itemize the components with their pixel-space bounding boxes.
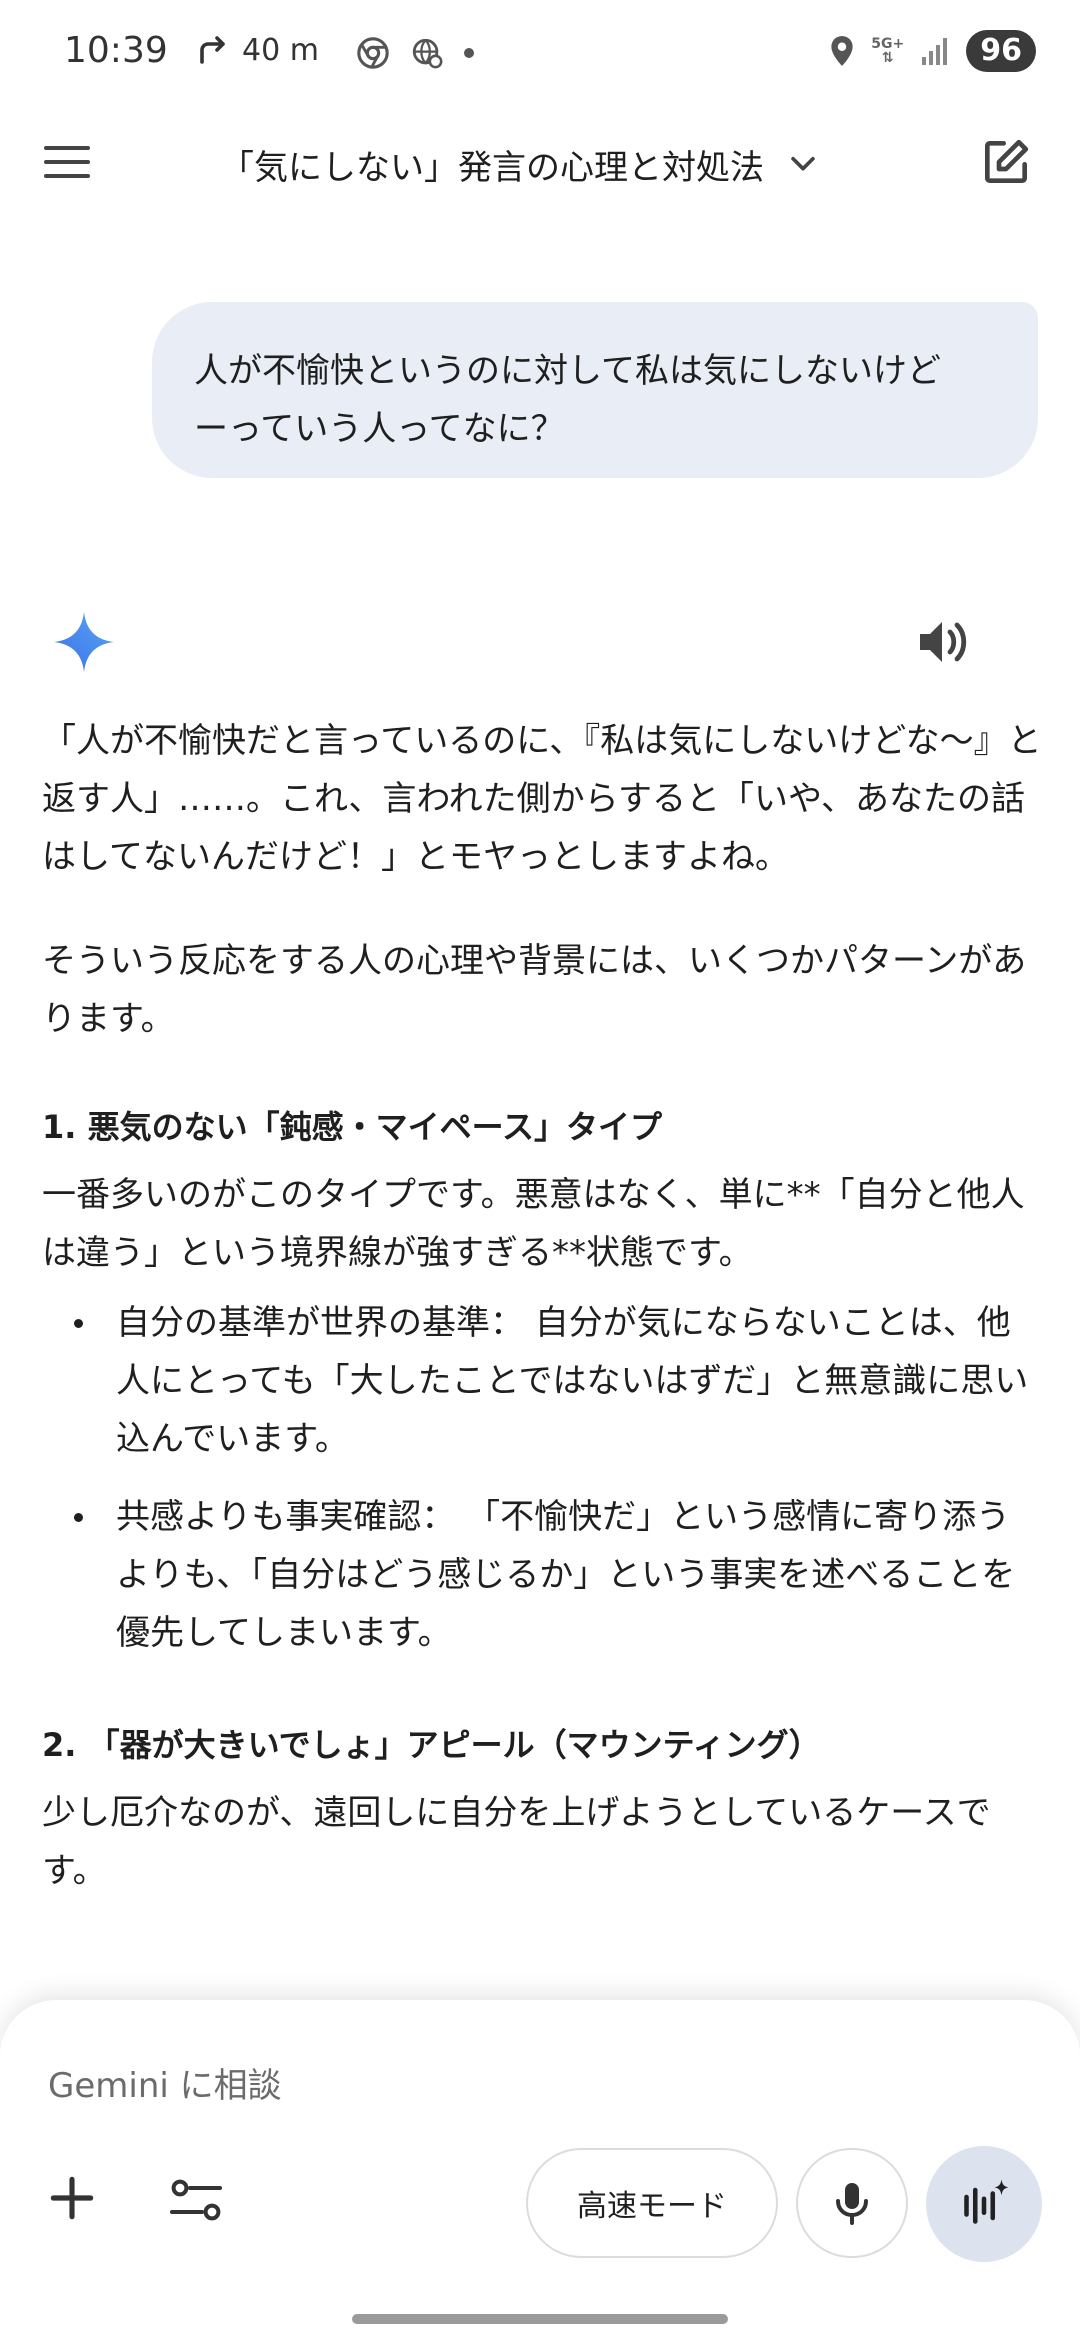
chat-title-dropdown[interactable]: 「気にしない」発言の心理と対処法: [220, 140, 820, 189]
gemini-response: 「人が不愉快だと言っているのに、『私は気にしないけどな〜』と返す人」……。これ、…: [42, 712, 1042, 1912]
status-bar: 10:39 40 m 5G+ ⇅ 96: [0, 0, 1080, 110]
add-attachment-button[interactable]: [44, 2170, 100, 2226]
hamburger-icon: [44, 146, 90, 150]
read-aloud-button[interactable]: [916, 616, 972, 668]
response-paragraph-1: 「人が不愉快だと言っているのに、『私は気にしないけどな〜』と返す人」……。これ、…: [42, 721, 1042, 877]
section-1-bullets: 自分の基準が世界の基準： 自分が気にならないことは、他人にとっても「大したことで…: [42, 1294, 1042, 1662]
microphone-icon: [836, 2183, 868, 2225]
tools-sliders-icon: [170, 2179, 222, 2221]
battery-level: 96: [966, 30, 1036, 72]
vpn-globe-icon: [412, 38, 443, 69]
notification-dot: [464, 48, 474, 58]
live-waveform-icon: [964, 2179, 1009, 2224]
gemini-sparkle-icon: [54, 612, 114, 672]
status-navigation: 40 m: [196, 32, 319, 68]
speaker-icon: [920, 622, 967, 662]
gemini-chat-screen: 10:39 40 m 5G+ ⇅ 96 「気にしない」発言の心理と対処法 人が不…: [0, 0, 1080, 2340]
nav-distance: 40 m: [242, 32, 319, 68]
tools-button[interactable]: [168, 2176, 224, 2224]
network-type: 5G+ ⇅: [871, 36, 905, 66]
location-icon: [831, 36, 853, 66]
section-text-1: 一番多いのがこのタイプです。悪意はなく、単に**「自分と他人は違う」という境界線…: [42, 1175, 1025, 1273]
status-time: 10:39: [64, 30, 168, 71]
edit-icon: [985, 139, 1029, 183]
user-message-line-2: ーっていう人ってなに？: [194, 409, 565, 449]
section-heading-1: 1. 悪気のない「鈍感・マイペース」タイプ: [42, 1108, 662, 1146]
mode-selector-button[interactable]: 高速モード: [526, 2148, 778, 2258]
app-header: 「気にしない」発言の心理と対処法: [0, 120, 1080, 210]
bullet-item: 共感よりも事実確認： 「不愉快だ」という感情に寄り添うよりも、「自分はどう感じる…: [74, 1488, 1042, 1662]
response-paragraph-2: そういう反応をする人の心理や背景には、いくつかパターンがあります。: [42, 941, 1027, 1039]
section-heading-2: 2. 「器が大きいでしょ」アピール（マウンティング）: [42, 1726, 821, 1764]
status-system-icons: 5G+ ⇅ 96: [829, 30, 1036, 72]
signal-icon: [922, 38, 948, 65]
chat-title: 「気にしない」発言の心理と対処法: [220, 148, 764, 188]
navigation-arrow-icon: [200, 36, 225, 64]
user-message-line-1: 人が不愉快というのに対して私は気にしないけど: [194, 351, 941, 391]
status-app-icons: [356, 36, 474, 70]
prompt-input-panel: Gemini に相談 高速モード: [0, 2000, 1080, 2340]
chrome-icon: [357, 37, 389, 69]
microphone-button[interactable]: [796, 2148, 908, 2258]
chevron-down-icon: [786, 146, 820, 184]
mode-label: 高速モード: [577, 2189, 727, 2224]
menu-button[interactable]: [44, 136, 104, 196]
prompt-input[interactable]: Gemini に相談: [48, 2058, 282, 2107]
plus-icon: [50, 2176, 94, 2220]
home-indicator[interactable]: [352, 2314, 728, 2324]
section-text-2: 少し厄介なのが、遠回しに自分を上げようとしているケースです。: [42, 1793, 991, 1891]
gemini-live-button[interactable]: [926, 2146, 1042, 2262]
new-chat-button[interactable]: [978, 134, 1034, 190]
user-message-bubble: 人が不愉快というのに対して私は気にしないけど ーっていう人ってなに？: [152, 302, 1038, 478]
bullet-item: 自分の基準が世界の基準： 自分が気にならないことは、他人にとっても「大したことで…: [74, 1294, 1042, 1468]
